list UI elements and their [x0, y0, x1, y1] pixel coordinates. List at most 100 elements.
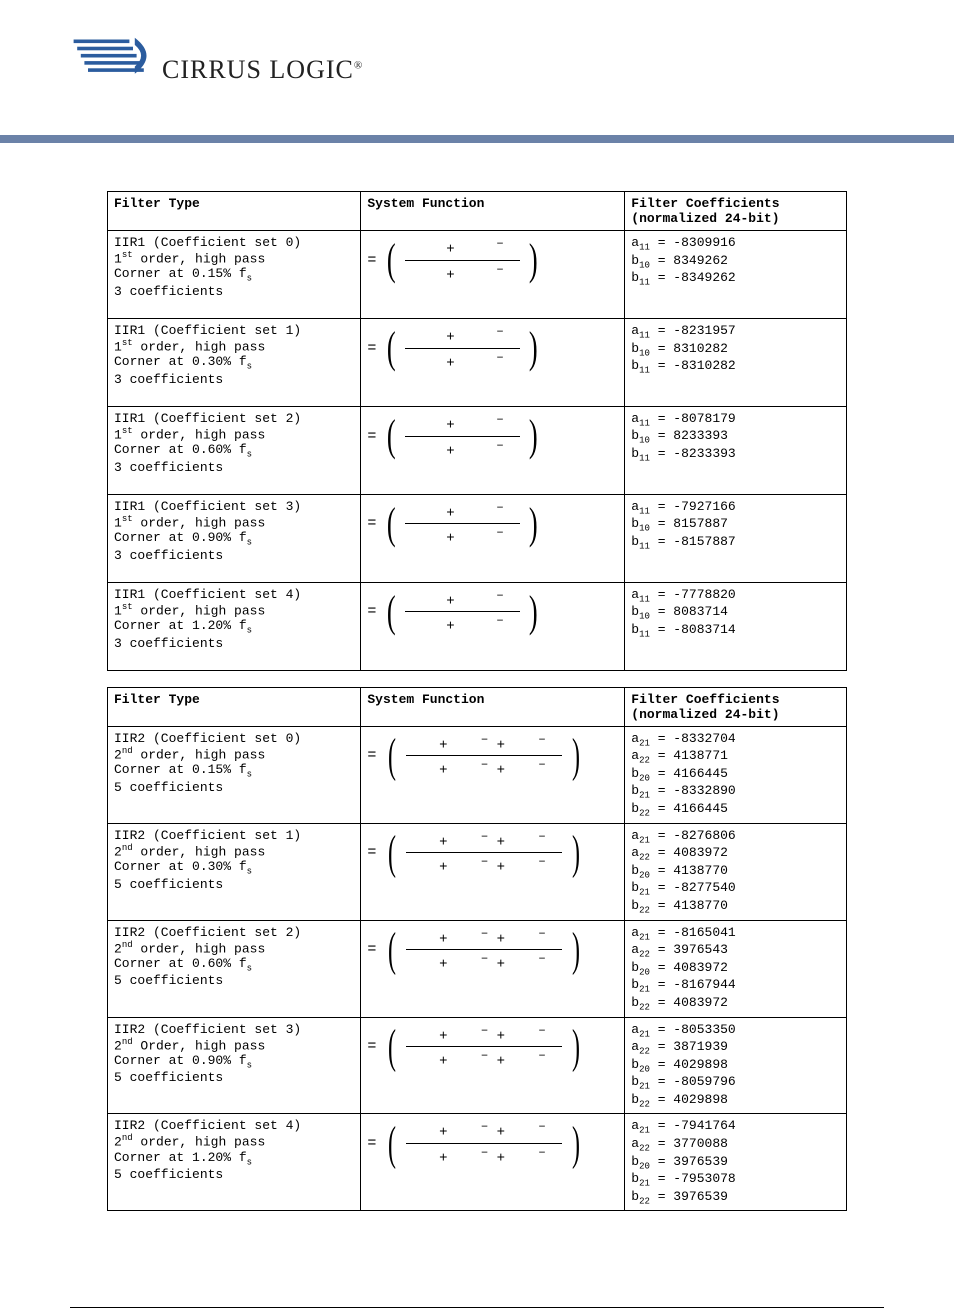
- cell-system-function: =( + − + −): [361, 494, 625, 582]
- coefficient-line: a11 = -7778820: [631, 587, 840, 605]
- denominator: + − + −: [406, 1144, 561, 1169]
- right-paren-icon: ): [529, 240, 538, 280]
- iir2-table: Filter Type System Function Filter Coeff…: [107, 687, 847, 1212]
- filter-name: IIR2 (Coefficient set 3): [114, 1022, 354, 1037]
- cell-coefficients: a21 = -8332704a22 = 4138771b20 = 4166445…: [625, 726, 847, 823]
- cell-system-function: =( + − + −): [361, 406, 625, 494]
- filter-ncoef: 3 coefficients: [114, 372, 354, 387]
- coefficient-line: b20 = 4029898: [631, 1057, 840, 1075]
- cell-coefficients: a11 = -7778820b10 = 8083714b11 = -808371…: [625, 582, 847, 670]
- table-header-row: Filter Type System Function Filter Coeff…: [108, 687, 847, 726]
- col-system-function: System Function: [361, 192, 625, 231]
- filter-order: 1st order, high pass: [114, 338, 354, 354]
- fraction: + − + −: [405, 235, 520, 285]
- right-paren-icon: ): [529, 416, 538, 456]
- coefficient-line: b10 = 8310282: [631, 341, 840, 359]
- cell-filter-type: IIR2 (Coefficient set 3)2nd Order, high …: [108, 1017, 361, 1114]
- equals-sign: =: [367, 603, 376, 620]
- transfer-function: =( + − + − + − + −): [367, 828, 583, 878]
- table-row: IIR2 (Coefficient set 2)2nd order, high …: [108, 920, 847, 1017]
- page: CIRRUS LOGIC®: [0, 0, 954, 135]
- filter-corner: Corner at 0.60% fs: [114, 442, 354, 460]
- filter-order: 2nd order, high pass: [114, 1133, 354, 1149]
- denominator: + − + −: [406, 756, 561, 781]
- filter-name: IIR1 (Coefficient set 2): [114, 411, 354, 426]
- transfer-function: =( + − + −): [367, 587, 540, 637]
- cell-filter-type: IIR1 (Coefficient set 0)1st order, high …: [108, 231, 361, 319]
- coefficient-line: b10 = 8233393: [631, 428, 840, 446]
- left-paren-icon: (: [387, 328, 396, 368]
- denominator: + −: [405, 261, 520, 286]
- table-row: IIR1 (Coefficient set 0)1st order, high …: [108, 231, 847, 319]
- numerator: + −: [405, 499, 520, 524]
- transfer-function: =( + − + − + − + −): [367, 1022, 583, 1072]
- coefficient-line: b21 = -8059796: [631, 1074, 840, 1092]
- filter-order: 2nd order, high pass: [114, 746, 354, 762]
- filter-ncoef: 5 coefficients: [114, 1167, 354, 1182]
- content: Filter Type System Function Filter Coeff…: [0, 161, 954, 1267]
- table-row: IIR1 (Coefficient set 4)1st order, high …: [108, 582, 847, 670]
- cell-system-function: =( + − + −): [361, 318, 625, 406]
- filter-corner: Corner at 1.20% fs: [114, 1150, 354, 1168]
- cirrus-logo-icon: [70, 30, 160, 85]
- equals-sign: =: [367, 340, 376, 357]
- left-paren-icon: (: [387, 240, 396, 280]
- numerator: + −: [405, 235, 520, 260]
- numerator: + −: [405, 411, 520, 436]
- col-system-function: System Function: [361, 687, 625, 726]
- coefficient-line: a22 = 3871939: [631, 1039, 840, 1057]
- filter-corner: Corner at 0.30% fs: [114, 859, 354, 877]
- iir1-table: Filter Type System Function Filter Coeff…: [107, 191, 847, 671]
- right-paren-icon: ): [529, 504, 538, 544]
- coefficient-line: b21 = -8167944: [631, 977, 840, 995]
- right-paren-icon: ): [529, 592, 538, 632]
- filter-corner: Corner at 0.90% fs: [114, 1053, 354, 1071]
- coefficient-line: b20 = 3976539: [631, 1154, 840, 1172]
- coefficient-line: b22 = 4029898: [631, 1092, 840, 1110]
- fraction: + − + − + − + −: [406, 925, 561, 975]
- table-header-row: Filter Type System Function Filter Coeff…: [108, 192, 847, 231]
- coefficient-line: b11 = -8349262: [631, 270, 840, 288]
- cell-system-function: =( + − + − + − + −): [361, 1114, 625, 1211]
- right-paren-icon: ): [572, 734, 580, 777]
- right-paren-icon: ): [572, 1122, 580, 1165]
- left-paren-icon: (: [388, 831, 396, 874]
- filter-ncoef: 5 coefficients: [114, 1070, 354, 1085]
- filter-name: IIR1 (Coefficient set 1): [114, 323, 354, 338]
- logo-label: CIRRUS LOGIC: [162, 55, 354, 84]
- cell-filter-type: IIR1 (Coefficient set 3)1st order, high …: [108, 494, 361, 582]
- filter-name: IIR2 (Coefficient set 4): [114, 1118, 354, 1133]
- cell-filter-type: IIR2 (Coefficient set 2)2nd order, high …: [108, 920, 361, 1017]
- transfer-function: =( + − + − + − + −): [367, 925, 583, 975]
- coefficient-line: b21 = -7953078: [631, 1171, 840, 1189]
- filter-corner: Corner at 0.30% fs: [114, 354, 354, 372]
- filter-order: 1st order, high pass: [114, 426, 354, 442]
- cell-system-function: =( + − + − + − + −): [361, 920, 625, 1017]
- coefficient-line: b21 = -8332890: [631, 783, 840, 801]
- filter-name: IIR1 (Coefficient set 3): [114, 499, 354, 514]
- transfer-function: =( + − + − + − + −): [367, 731, 583, 781]
- col-filter-type: Filter Type: [108, 192, 361, 231]
- coefficient-line: b10 = 8083714: [631, 604, 840, 622]
- table-row: IIR2 (Coefficient set 0)2nd order, high …: [108, 726, 847, 823]
- table-row: IIR1 (Coefficient set 1)1st order, high …: [108, 318, 847, 406]
- filter-name: IIR2 (Coefficient set 2): [114, 925, 354, 940]
- numerator: + − + −: [406, 925, 561, 950]
- coefficient-line: b22 = 4138770: [631, 898, 840, 916]
- fraction: + − + −: [405, 587, 520, 637]
- left-paren-icon: (: [387, 504, 396, 544]
- numerator: + −: [405, 587, 520, 612]
- filter-corner: Corner at 0.60% fs: [114, 956, 354, 974]
- fraction: + − + −: [405, 411, 520, 461]
- cell-coefficients: a21 = -8165041a22 = 3976543b20 = 4083972…: [625, 920, 847, 1017]
- equals-sign: =: [367, 428, 376, 445]
- right-paren-icon: ): [572, 928, 580, 971]
- filter-order: 1st order, high pass: [114, 514, 354, 530]
- coefficient-line: b20 = 4083972: [631, 960, 840, 978]
- transfer-function: =( + − + −): [367, 323, 540, 373]
- coef-header-b: (normalized 24-bit): [631, 211, 779, 226]
- denominator: + −: [405, 349, 520, 374]
- cell-coefficients: a11 = -8231957b10 = 8310282b11 = -831028…: [625, 318, 847, 406]
- denominator: + − + −: [406, 1047, 561, 1072]
- denominator: + −: [405, 524, 520, 549]
